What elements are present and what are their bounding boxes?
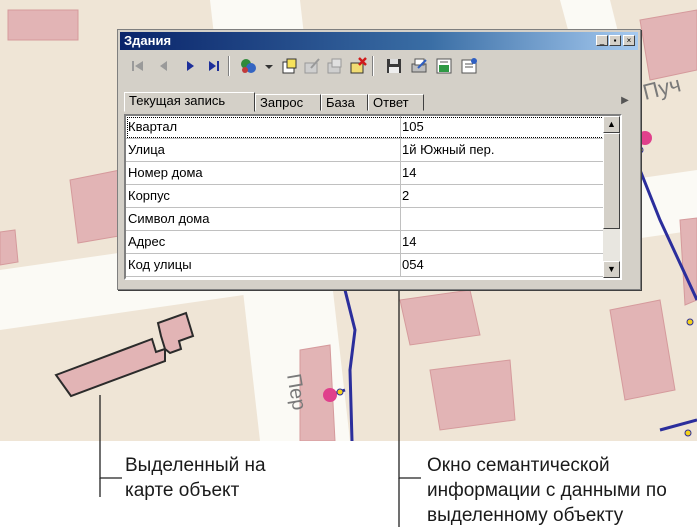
semantic-info-window[interactable]: Здания _ ▪ × Текущая запись Запрос База …	[117, 29, 641, 290]
caption-line: информации с данными по	[427, 480, 667, 501]
scroll-down-icon[interactable]: ▼	[603, 261, 620, 278]
toolbar	[122, 52, 636, 80]
new-record-icon[interactable]	[279, 56, 299, 76]
close-button[interactable]: ×	[623, 35, 635, 46]
map-node[interactable]	[336, 388, 344, 396]
tab-scroll-right-icon[interactable]: ▶	[616, 92, 634, 110]
delete-record-icon[interactable]	[348, 56, 368, 76]
edit-record-icon[interactable]	[302, 56, 322, 76]
field-name: Улица	[126, 139, 401, 161]
export-icon[interactable]	[434, 56, 454, 76]
print-icon[interactable]	[409, 56, 429, 76]
field-name: Квартал	[126, 116, 401, 138]
tab-current-record[interactable]: Текущая запись	[124, 92, 255, 112]
last-record-icon[interactable]	[204, 56, 224, 76]
vertical-scrollbar[interactable]: ▲ ▼	[603, 116, 620, 278]
field-name: Номер дома	[126, 162, 401, 184]
tab-answer[interactable]: Ответ	[368, 94, 424, 111]
table-row[interactable]: Корпус 2	[126, 185, 605, 208]
maximize-button[interactable]: ▪	[609, 35, 621, 46]
field-value[interactable]: 2	[400, 185, 605, 207]
building[interactable]	[0, 229, 19, 266]
toolbar-separator	[372, 56, 374, 76]
building[interactable]	[399, 289, 481, 346]
window-titlebar[interactable]: Здания _ ▪ ×	[120, 32, 638, 50]
caption-line: Окно семантической	[427, 455, 610, 476]
caption-line: карте объект	[125, 480, 240, 501]
toolbar-separator	[228, 56, 230, 76]
copy-record-icon[interactable]	[325, 56, 345, 76]
properties-icon[interactable]	[459, 56, 479, 76]
dropdown-arrow-icon[interactable]	[259, 56, 279, 76]
caption-selected-object: Выделенный на карте объект	[125, 453, 325, 503]
map-node[interactable]	[323, 388, 337, 402]
record-table[interactable]: Квартал 105 Улица 1й Южный пер. Номер до…	[124, 114, 622, 280]
tab-database[interactable]: База	[321, 94, 368, 111]
building[interactable]	[429, 359, 516, 431]
map-node[interactable]	[686, 318, 694, 326]
window-title: Здания	[124, 33, 172, 48]
save-icon[interactable]	[384, 56, 404, 76]
minimize-button[interactable]: _	[596, 35, 608, 46]
scroll-thumb[interactable]	[603, 133, 620, 229]
map-node[interactable]	[684, 429, 692, 437]
caption-semantic-window: Окно семантической информации с данными …	[427, 453, 697, 528]
table-row[interactable]: Квартал 105	[126, 116, 605, 139]
field-value[interactable]	[400, 208, 605, 230]
caption-line: Выделенный на	[125, 455, 266, 476]
building[interactable]	[7, 9, 79, 41]
field-value[interactable]: 1й Южный пер.	[400, 139, 605, 161]
field-name: Адрес	[126, 231, 401, 253]
field-name: Код улицы	[126, 254, 401, 276]
field-value[interactable]: 14	[400, 162, 605, 184]
field-name: Корпус	[126, 185, 401, 207]
first-record-icon[interactable]	[128, 56, 148, 76]
field-value[interactable]: 14	[400, 231, 605, 253]
table-row[interactable]: Код улицы 054	[126, 254, 605, 277]
table-row[interactable]: Символ дома	[126, 208, 605, 231]
scroll-up-icon[interactable]: ▲	[603, 116, 620, 133]
table-row[interactable]: Улица 1й Южный пер.	[126, 139, 605, 162]
table-row[interactable]: Номер дома 14	[126, 162, 605, 185]
field-name: Символ дома	[126, 208, 401, 230]
field-value[interactable]: 054	[400, 254, 605, 276]
prev-record-icon[interactable]	[154, 56, 174, 76]
caption-line: выделенному объекту	[427, 505, 624, 526]
tab-query[interactable]: Запрос	[255, 94, 321, 111]
table-row[interactable]: Адрес 14	[126, 231, 605, 254]
building[interactable]	[639, 9, 697, 81]
objects-icon[interactable]	[238, 56, 258, 76]
next-record-icon[interactable]	[180, 56, 200, 76]
field-value[interactable]: 105	[400, 116, 605, 138]
